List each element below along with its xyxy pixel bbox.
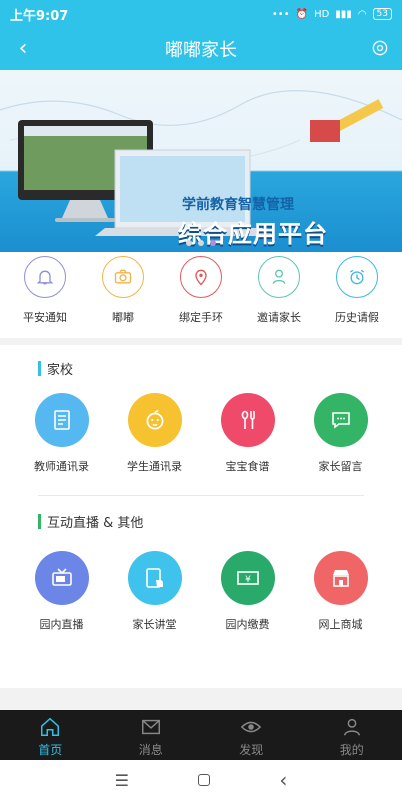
quick-item-label: 历史请假 [335,311,379,324]
grid-item-label: 宝宝食谱 [225,460,270,473]
quick-item-label: 邀请家长 [257,311,301,324]
grid-item-label: 网上商城 [318,618,363,631]
back-arrow-icon[interactable]: ‹ [279,768,287,792]
section-title-home-school: 家校 [38,359,73,378]
quick-item-safety-notice[interactable]: 平安通知 [10,252,80,338]
grid-item-teacher-contacts[interactable]: 教师通讯录 [19,393,105,474]
grid-item-label: 教师通讯录 [34,460,89,473]
tab-discover[interactable]: 发现 [211,710,291,760]
alarm-icon: ⏰ [295,8,309,20]
quick-item-label: 绑定手环 [179,311,223,324]
grid-item-baby-recipes[interactable]: 宝宝食谱 [205,393,291,474]
banner-subtitle: 学前教育智慧管理 [182,197,294,213]
user-icon [343,718,360,736]
shop-icon [313,551,368,605]
quick-item-bind-band[interactable]: 绑定手环 [166,252,236,338]
grid-item-campus-live[interactable]: 园内直播 [19,551,105,632]
grid-item-label: 家长讲堂 [132,618,177,631]
mail-icon [141,719,160,735]
section-title-text: 家校 [47,363,74,378]
quick-item-label: 嘟嘟 [112,311,134,324]
grid-item-parent-messages[interactable]: 家长留言 [298,393,384,474]
grid-item-label: 学生通讯录 [127,460,182,473]
grid-item-label: 园内缴费 [225,618,270,631]
grid-item-label: 园内直播 [39,618,84,631]
tab-label: 我的 [339,743,364,757]
bottom-tab-bar: 首页 消息 发现 我的 [0,710,402,760]
tablet-touch-icon [127,551,182,605]
grid-item-campus-payment[interactable]: ¥ 园内缴费 [205,551,291,632]
child-face-icon [127,393,182,447]
quick-item-invite-parent[interactable]: 邀请家长 [244,252,314,338]
carousel-dot [186,240,192,246]
alarm-clock-icon [336,256,378,298]
back-icon[interactable]: ‹ [10,36,36,61]
section-title-bar [38,514,41,529]
battery-icon: 53 [372,8,392,20]
quick-item-label: 平安通知 [23,311,67,324]
document-icon [34,393,89,447]
chat-bubble-icon [313,393,368,447]
grid-item-online-mall[interactable]: 网上商城 [298,551,384,632]
page-title: 嘟嘟家长 [165,40,237,61]
system-nav-bar: ☰ ‹ [0,760,402,800]
quick-item-dudu[interactable]: 嘟嘟 [88,252,158,338]
banner-carousel[interactable]: 学前教育智慧管理 综合应用平台 [0,70,402,252]
section-title-text: 互动直播 & 其他 [47,516,144,531]
tab-messages[interactable]: 消息 [111,710,191,760]
spoon-fork-icon [220,393,275,447]
status-time: 上午9:07 [10,8,69,24]
live-other-grid: 园内直播 家长讲堂 ¥ 园内缴费 网上商城 [0,551,402,632]
svg-text:¥: ¥ [245,575,251,585]
tab-home[interactable]: 首页 [10,710,90,760]
section-divider [38,495,364,496]
tab-label: 消息 [138,743,163,757]
grid-item-label: 家长留言 [318,460,363,473]
grid-item-parent-class[interactable]: 家长讲堂 [112,551,198,632]
home-school-grid: 教师通讯录 学生通讯录 宝宝食谱 家长留言 [0,393,402,474]
dots-icon: ••• [271,8,290,20]
tab-mine[interactable]: 我的 [312,710,392,760]
carousel-dot [198,240,204,246]
quick-item-leave-history[interactable]: 历史请假 [322,252,392,338]
title-bar: ‹ 嘟嘟家长 [0,28,402,70]
signal-label: HD [314,8,330,20]
gear-icon[interactable] [370,38,390,58]
quick-actions: 平安通知 嘟嘟 绑定手环 邀请家长 历史请假 [0,252,402,338]
person-icon [258,256,300,298]
money-icon: ¥ [220,551,275,605]
section-title-bar [38,361,41,376]
tab-label: 发现 [239,743,264,757]
menu-icon[interactable]: ☰ [115,771,129,790]
bell-icon [24,256,66,298]
signal-icon: ▮▮▮ [335,8,352,20]
home-square-icon[interactable] [198,774,211,786]
tv-icon [34,551,89,605]
main-content: 家校 教师通讯录 学生通讯录 宝宝食谱 家长留言 互动直播 & 其他 园内直播 … [0,345,402,688]
section-title-live-other: 互动直播 & 其他 [38,512,143,531]
wifi-icon: ◠ [357,8,367,20]
tab-label: 首页 [38,743,63,757]
home-icon [41,717,60,736]
status-bar: 上午9:07 ••• ⏰ HD ▮▮▮ ◠ 53 [0,0,402,28]
status-icons: ••• ⏰ HD ▮▮▮ ◠ 53 [272,8,392,20]
carousel-dot-active [210,240,216,246]
location-pin-icon [180,256,222,298]
grid-item-student-contacts[interactable]: 学生通讯录 [112,393,198,474]
carousel-indicator [0,240,402,246]
camera-icon [102,256,144,298]
eye-icon [241,721,262,733]
